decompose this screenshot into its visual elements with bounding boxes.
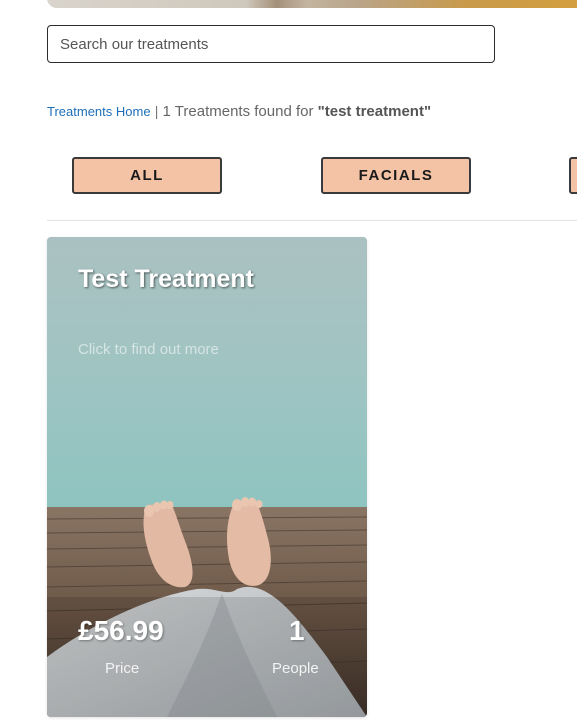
breadcrumb-separator: | xyxy=(154,103,159,119)
people-label: People xyxy=(272,660,319,677)
filter-button-facials[interactable]: FACIALS xyxy=(321,157,471,194)
results-count-text: 1 Treatments found for xyxy=(162,103,314,120)
treatments-page: Treatments Home | 1 Treatments found for… xyxy=(0,0,577,724)
treatment-price: £56.99 xyxy=(78,615,164,646)
filter-button-partial[interactable] xyxy=(569,157,577,194)
search-input[interactable] xyxy=(47,25,495,63)
section-divider xyxy=(47,220,577,221)
find-out-more-link[interactable]: Click to find out more xyxy=(78,341,219,358)
filter-button-all[interactable]: ALL xyxy=(72,157,222,194)
treatment-people-count: 1 xyxy=(289,615,305,646)
breadcrumb: Treatments Home | 1 Treatments found for… xyxy=(47,103,431,120)
hero-banner-image xyxy=(47,0,577,8)
breadcrumb-home-link[interactable]: Treatments Home xyxy=(47,104,151,119)
price-label: Price xyxy=(105,660,140,677)
treatment-title: Test Treatment xyxy=(78,265,254,293)
treatment-card[interactable]: Test Treatment Click to find out more £5… xyxy=(47,237,367,717)
search-query-text: "test treatment" xyxy=(317,103,432,120)
